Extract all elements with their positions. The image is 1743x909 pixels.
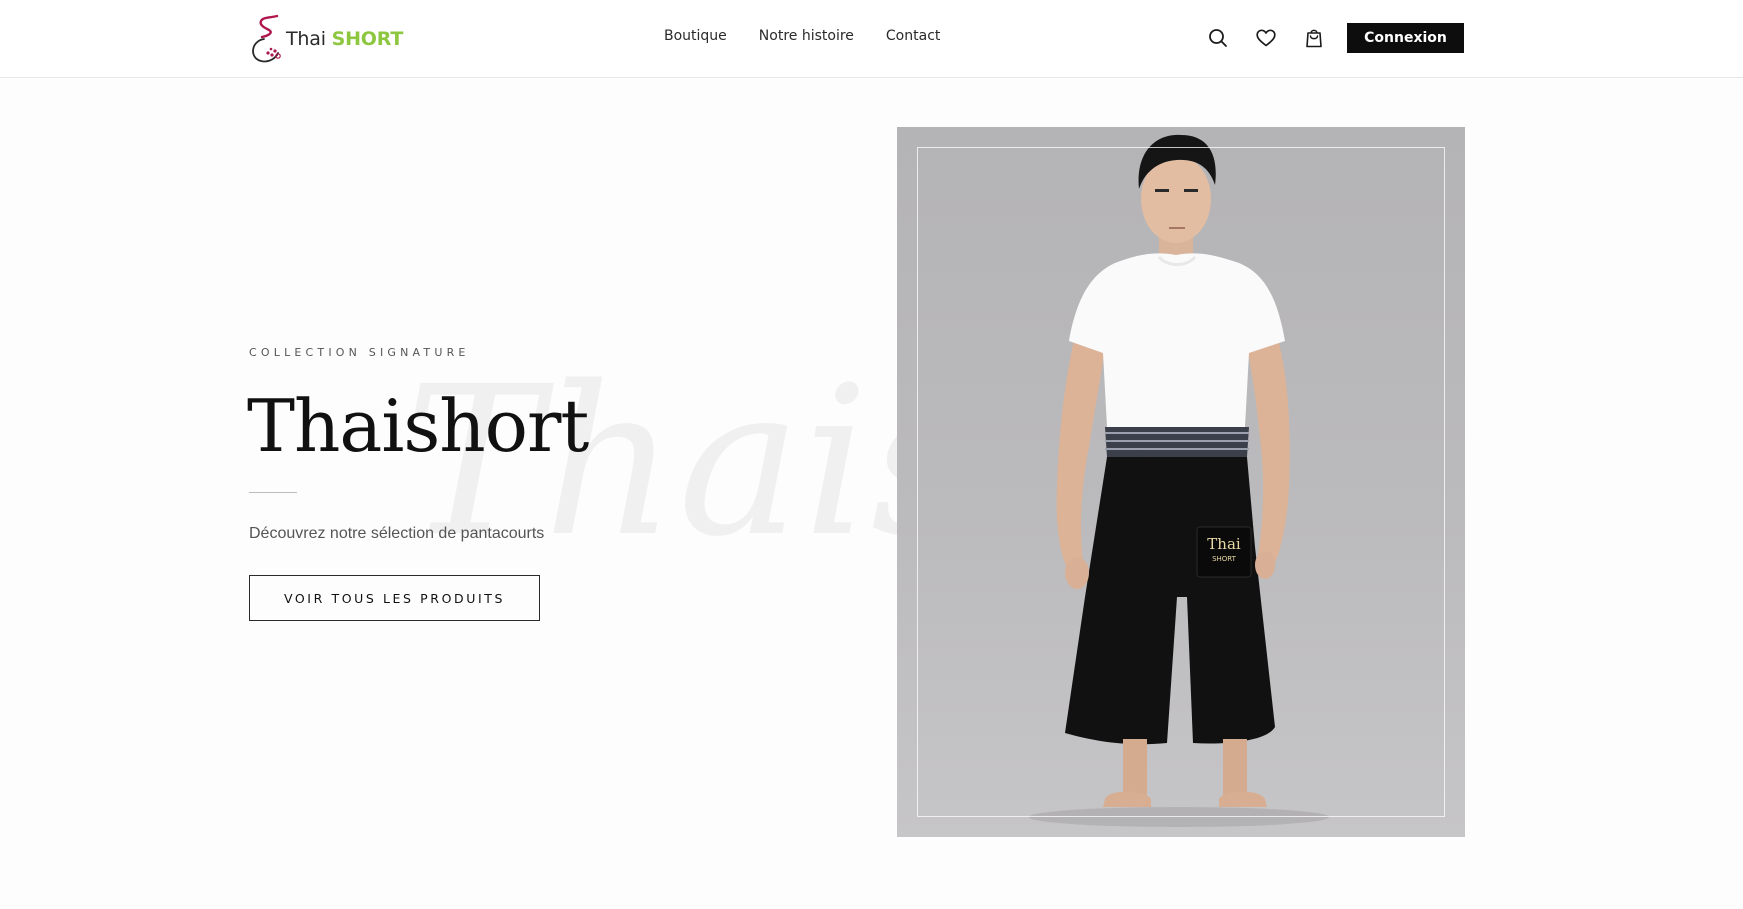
nav-item-contact[interactable]: Contact [886, 28, 940, 44]
photo-frame [917, 147, 1445, 817]
logo-mark-icon [252, 14, 281, 63]
login-button[interactable]: Connexion [1347, 23, 1464, 53]
search-button[interactable] [1206, 26, 1230, 50]
main-nav: Boutique Notre histoire Contact [664, 28, 940, 44]
nav-item-notre-histoire[interactable]: Notre histoire [759, 28, 854, 44]
cart-button[interactable] [1302, 26, 1326, 50]
wishlist-button[interactable] [1254, 26, 1278, 50]
cart-icon [1306, 29, 1322, 48]
site-header: Thai SHORT Boutique Notre histoire Conta… [0, 0, 1743, 78]
brand-name: Thai SHORT [286, 28, 403, 50]
heart-icon [1256, 29, 1276, 47]
hero-eyebrow: COLLECTION SIGNATURE [249, 346, 470, 359]
hero-title: Thaishort [247, 384, 589, 468]
search-icon [1209, 29, 1227, 47]
brand-logo[interactable]: Thai SHORT [247, 12, 403, 64]
hero-product-image: Thai SHORT [897, 127, 1465, 837]
brand-name-thai: Thai [286, 28, 326, 50]
hero-divider [249, 492, 297, 493]
nav-item-boutique[interactable]: Boutique [664, 28, 727, 44]
hero-subtitle: Découvrez notre sélection de pantacourts [249, 525, 545, 542]
view-all-products-button[interactable]: VOIR TOUS LES PRODUITS [249, 575, 540, 621]
brand-name-short: SHORT [331, 28, 404, 50]
